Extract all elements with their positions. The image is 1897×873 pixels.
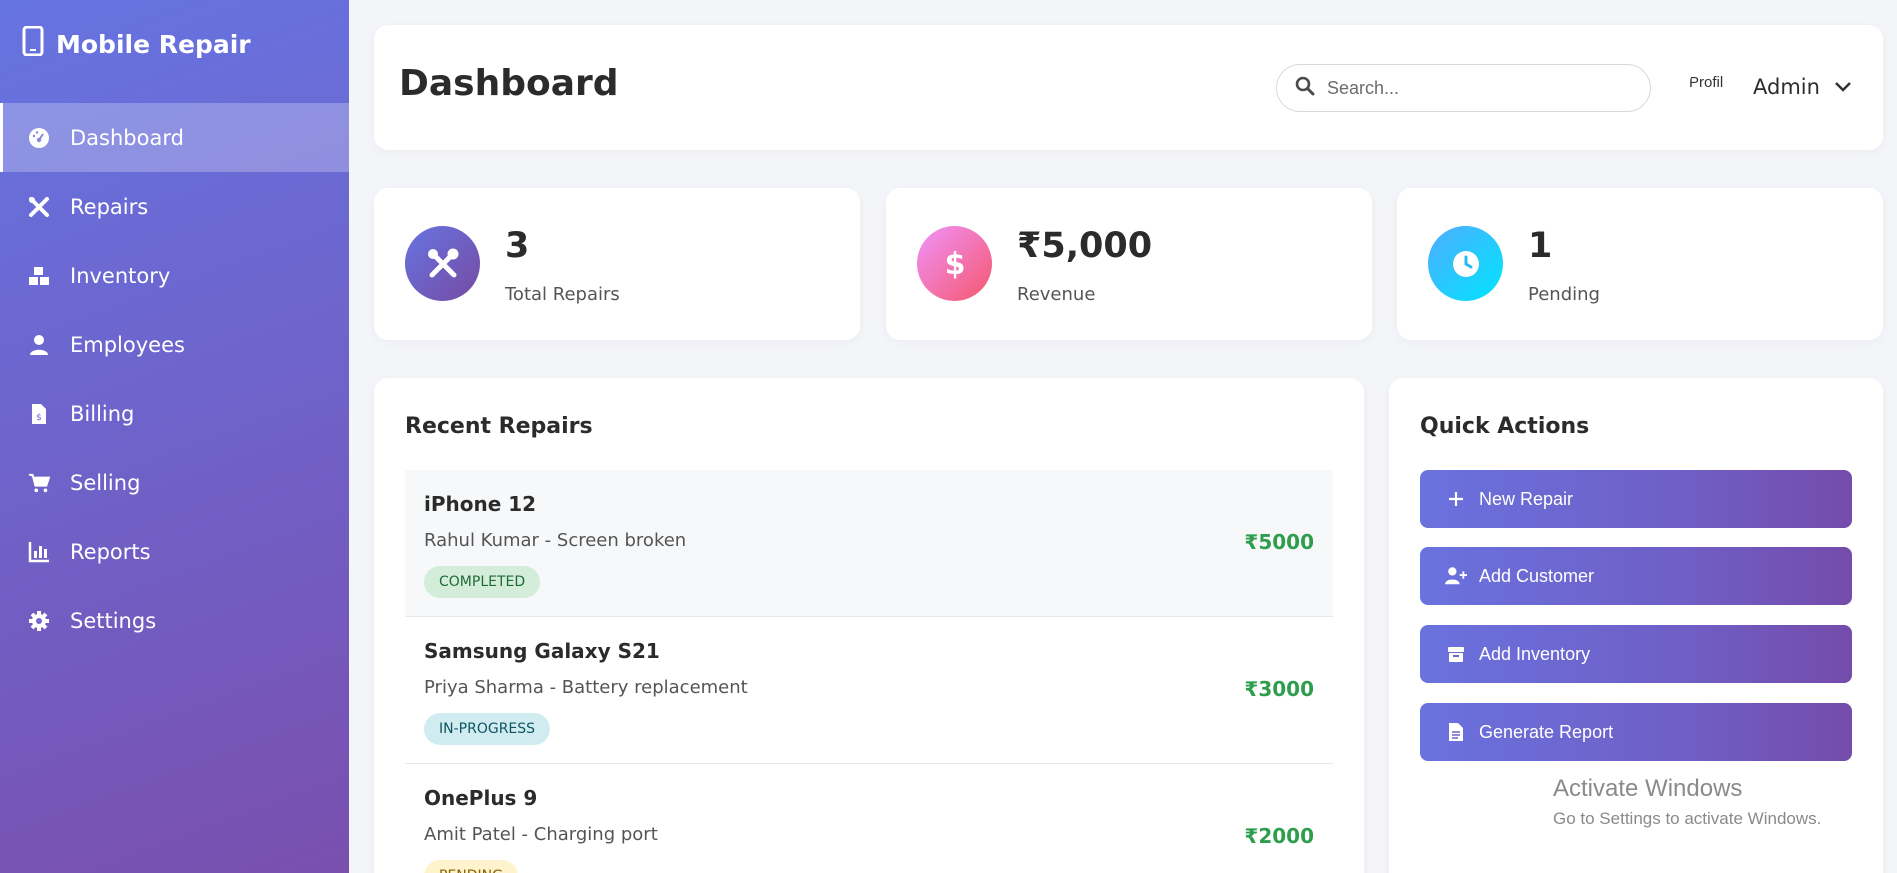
panel-title: Quick Actions xyxy=(1420,414,1590,439)
invoice-icon: $ xyxy=(28,403,50,425)
brand[interactable]: Mobile Repair xyxy=(0,0,349,88)
sidebar: Mobile Repair Dashboard Repairs Inventor… xyxy=(0,0,349,873)
avatar[interactable]: Profil xyxy=(1689,63,1737,111)
tools-icon xyxy=(28,196,50,218)
status-badge: PENDING xyxy=(424,860,518,873)
sidebar-item-repairs[interactable]: Repairs xyxy=(0,172,349,241)
sidebar-item-label: Billing xyxy=(70,401,135,426)
search-input[interactable] xyxy=(1327,77,1627,99)
stat-card-revenue: $ ₹5,000 Revenue xyxy=(886,188,1372,340)
clock-icon xyxy=(1428,226,1503,301)
chart-icon xyxy=(28,541,50,563)
panel-title: Recent Repairs xyxy=(405,414,593,439)
sidebar-item-settings[interactable]: Settings xyxy=(0,586,349,655)
repair-description: Priya Sharma - Battery replacement xyxy=(424,677,748,698)
repair-item[interactable]: iPhone 12 Rahul Kumar - Screen broken CO… xyxy=(405,470,1333,617)
recent-repairs-panel: Recent Repairs iPhone 12 Rahul Kumar - S… xyxy=(374,378,1364,873)
dollar-icon: $ xyxy=(917,226,992,301)
top-header: Dashboard Profil Admin xyxy=(374,25,1883,150)
button-label: New Repair xyxy=(1479,488,1574,509)
file-icon xyxy=(1445,722,1467,742)
sidebar-item-label: Repairs xyxy=(70,194,149,219)
generate-report-button[interactable]: Generate Report xyxy=(1420,703,1852,761)
plus-icon xyxy=(1445,491,1467,507)
sidebar-item-inventory[interactable]: Inventory xyxy=(0,241,349,310)
new-repair-button[interactable]: New Repair xyxy=(1420,470,1852,528)
search-box[interactable] xyxy=(1276,64,1651,112)
sidebar-item-label: Selling xyxy=(70,470,141,495)
repair-device: OnePlus 9 xyxy=(424,786,538,810)
sidebar-item-employees[interactable]: Employees xyxy=(0,310,349,379)
dashboard-icon xyxy=(28,127,50,149)
gear-icon xyxy=(28,610,50,632)
repair-description: Rahul Kumar - Screen broken xyxy=(424,530,687,551)
repair-item[interactable]: Samsung Galaxy S21 Priya Sharma - Batter… xyxy=(405,617,1333,764)
repair-device: Samsung Galaxy S21 xyxy=(424,639,660,663)
user-menu[interactable]: Profil Admin xyxy=(1689,63,1852,111)
watermark-title: Activate Windows xyxy=(1553,775,1743,802)
user-icon xyxy=(28,334,50,356)
stat-card-total-repairs: 3 Total Repairs xyxy=(374,188,860,340)
sidebar-item-label: Dashboard xyxy=(70,125,184,150)
repair-description: Amit Patel - Charging port xyxy=(424,824,658,845)
stat-label: Revenue xyxy=(1017,284,1096,305)
box-icon xyxy=(1445,645,1467,663)
svg-text:$: $ xyxy=(36,413,42,423)
sidebar-item-dashboard[interactable]: Dashboard xyxy=(0,103,349,172)
add-customer-button[interactable]: Add Customer xyxy=(1420,547,1852,605)
sidebar-item-reports[interactable]: Reports xyxy=(0,517,349,586)
button-label: Add Inventory xyxy=(1479,643,1591,664)
page-title: Dashboard xyxy=(399,63,619,104)
stat-value: ₹5,000 xyxy=(1017,226,1153,266)
sidebar-item-label: Reports xyxy=(70,539,151,564)
add-inventory-button[interactable]: Add Inventory xyxy=(1420,625,1852,683)
sidebar-item-selling[interactable]: Selling xyxy=(0,448,349,517)
repair-item[interactable]: OnePlus 9 Amit Patel - Charging port PEN… xyxy=(405,764,1333,873)
stat-card-pending: 1 Pending xyxy=(1397,188,1883,340)
stat-value: 1 xyxy=(1528,226,1553,266)
sidebar-item-label: Settings xyxy=(70,608,157,633)
button-label: Generate Report xyxy=(1479,721,1614,742)
repair-price: ₹3000 xyxy=(1244,677,1314,701)
boxes-icon xyxy=(28,265,50,287)
sidebar-item-billing[interactable]: $ Billing xyxy=(0,379,349,448)
svg-text:$: $ xyxy=(944,247,965,281)
sidebar-item-label: Employees xyxy=(70,332,185,357)
button-label: Add Customer xyxy=(1479,565,1595,586)
status-badge: IN-PROGRESS xyxy=(424,713,551,745)
stat-label: Pending xyxy=(1528,284,1600,305)
repair-price: ₹5000 xyxy=(1244,530,1314,554)
brand-name: Mobile Repair xyxy=(56,29,251,59)
cart-icon xyxy=(28,472,50,494)
mobile-phone-icon xyxy=(22,25,56,62)
chevron-down-icon[interactable] xyxy=(1834,78,1852,97)
status-badge: COMPLETED xyxy=(424,566,541,598)
watermark-subtitle: Go to Settings to activate Windows. xyxy=(1553,809,1822,828)
repair-device: iPhone 12 xyxy=(424,492,537,516)
activation-watermark: Activate Windows Go to Settings to activ… xyxy=(1553,775,1821,829)
tools-icon xyxy=(405,226,480,301)
stat-value: 3 xyxy=(505,226,530,266)
repair-price: ₹2000 xyxy=(1244,824,1314,848)
user-plus-icon xyxy=(1445,566,1467,586)
sidebar-item-label: Inventory xyxy=(70,263,171,288)
user-name[interactable]: Admin xyxy=(1753,75,1820,99)
search-icon xyxy=(1295,76,1315,100)
stat-label: Total Repairs xyxy=(505,284,620,305)
